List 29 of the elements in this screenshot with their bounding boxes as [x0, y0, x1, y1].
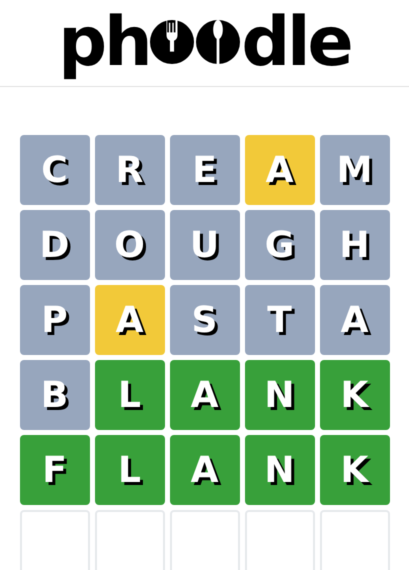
letter-tile: N	[244, 360, 314, 430]
letter-tile: F	[20, 435, 90, 505]
letter-tile: P	[20, 285, 90, 355]
letter-tile: O	[94, 210, 164, 280]
letter-tile: A	[94, 285, 164, 355]
letter-tile: N	[244, 435, 314, 505]
letter-tile: U	[170, 210, 240, 280]
letter-tile: E	[170, 135, 240, 205]
spoon-icon	[196, 20, 240, 64]
letter-tile: A	[170, 435, 240, 505]
letter-tile: L	[94, 360, 164, 430]
letter-tile: G	[244, 210, 314, 280]
letter-tile: K	[320, 360, 390, 430]
fork-icon	[150, 20, 194, 64]
letter-tile: K	[320, 435, 390, 505]
letter-tile: D	[20, 210, 90, 280]
letter-tile: A	[320, 285, 390, 355]
letter-tile: S	[170, 285, 240, 355]
logo-text: ph	[58, 4, 150, 82]
logo-text: dle	[241, 4, 351, 82]
letter-tile: A	[170, 360, 240, 430]
letter-tile: M	[320, 135, 390, 205]
letter-tile: L	[94, 435, 164, 505]
letter-tile: T	[244, 285, 314, 355]
letter-tile: C	[20, 135, 90, 205]
letter-tile: R	[94, 135, 164, 205]
letter-tile: B	[20, 360, 90, 430]
letter-tile: A	[244, 135, 314, 205]
letter-tile: H	[320, 210, 390, 280]
